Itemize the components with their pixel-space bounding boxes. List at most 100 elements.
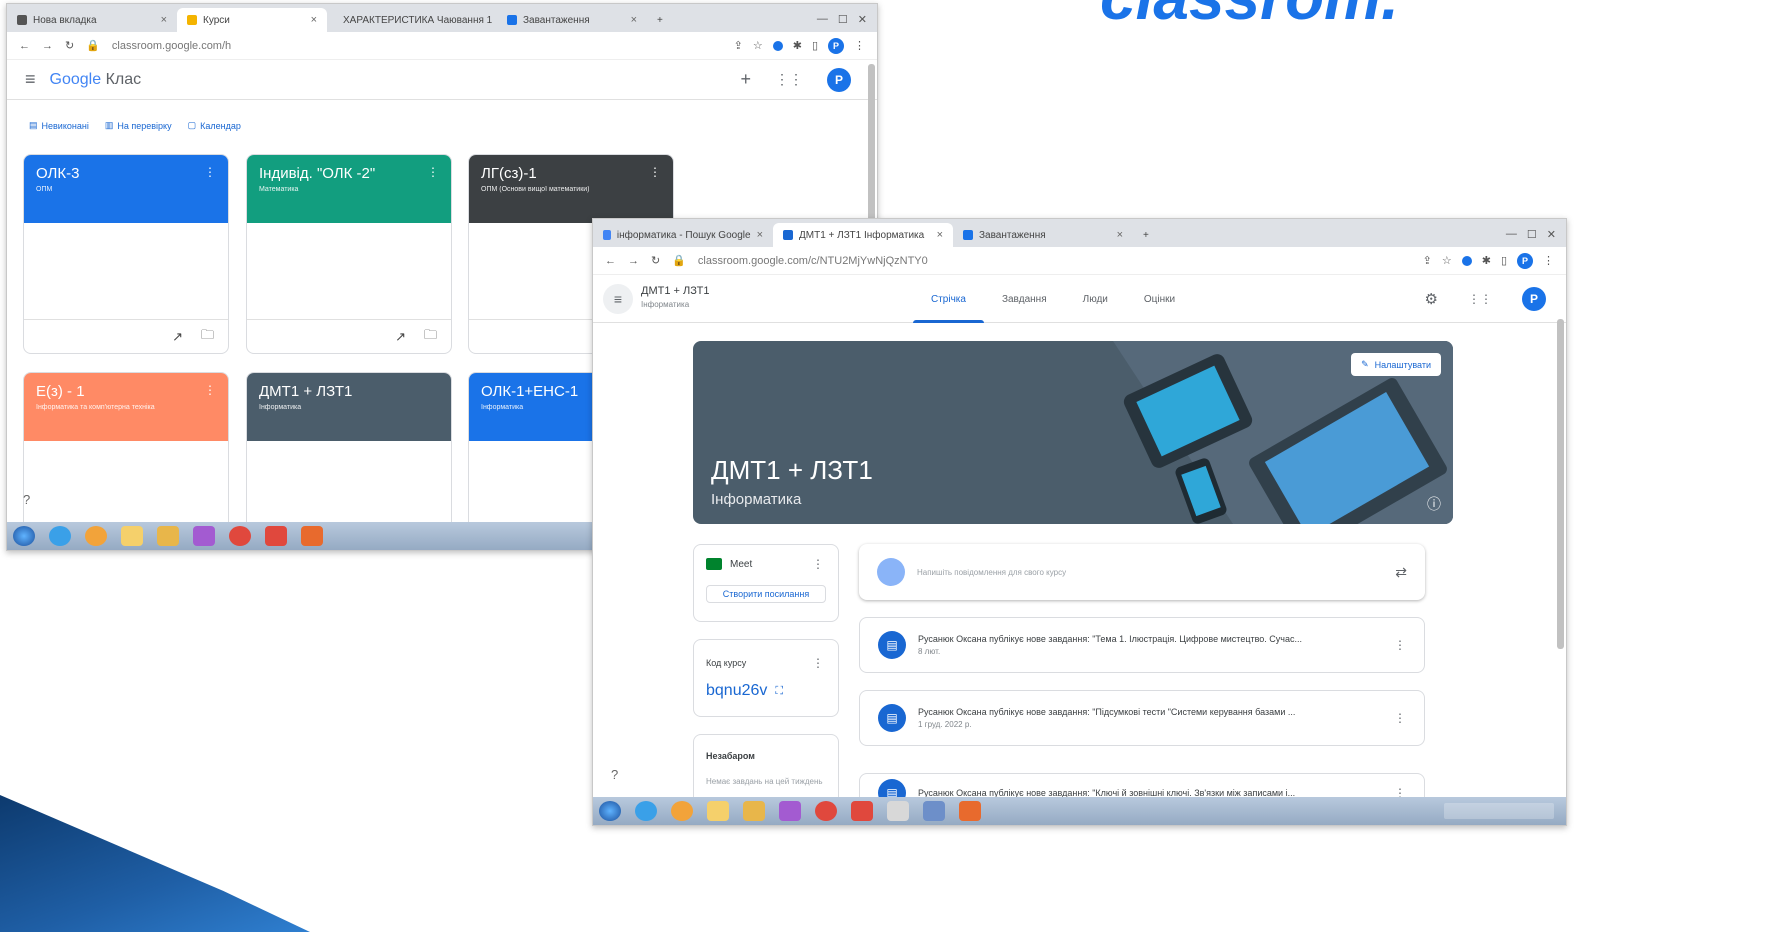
puzzle-icon[interactable]: ✱ [1482,254,1491,267]
classroom-logo[interactable]: Google Клас [50,71,142,89]
subnav-calendar[interactable]: ▢ Календар [188,120,241,131]
puzzle-icon[interactable]: ✱ [793,39,802,52]
viber-icon[interactable] [779,801,801,821]
browser-tab[interactable]: Завантаження × [497,8,647,32]
close-icon[interactable]: × [937,229,943,241]
more-options-icon[interactable]: ⋮ [427,165,439,179]
tab-grades[interactable]: Оцінки [1126,275,1193,323]
close-icon[interactable]: × [757,229,763,241]
system-tray[interactable] [1444,803,1554,819]
add-class-icon[interactable]: + [740,69,751,90]
back-icon[interactable]: ← [605,255,616,267]
browser-tab[interactable]: Завантаження × [953,223,1133,247]
profile-avatar[interactable]: P [828,37,844,54]
chrome-profile-icon[interactable] [265,526,287,546]
tab-classwork[interactable]: Завдання [984,275,1065,323]
star-icon[interactable]: ☆ [1442,254,1452,267]
explorer-icon[interactable] [743,801,765,821]
sidepanel-icon[interactable]: ▯ [812,39,818,52]
document-icon[interactable] [923,801,945,821]
extension-icon[interactable] [772,40,783,51]
subnav-todo[interactable]: ▤ Невиконані [29,120,89,131]
course-code-value[interactable]: bqnu26v [706,682,767,700]
star-icon[interactable]: ☆ [753,39,763,52]
more-options-icon[interactable]: ⋮ [812,656,824,670]
folder-icon[interactable] [707,801,729,821]
chrome-icon[interactable] [815,801,837,821]
more-icon[interactable]: ⋮ [854,39,865,52]
more-options-icon[interactable]: ⋮ [204,383,216,397]
fullscreen-icon[interactable]: ⛶ [775,685,783,698]
hamburger-menu-icon[interactable]: ≡ [603,284,633,314]
more-options-icon[interactable]: ⋮ [812,557,824,571]
powerpoint-icon[interactable] [301,526,323,546]
close-window-icon[interactable]: ✕ [1547,228,1556,241]
hamburger-menu-icon[interactable]: ≡ [25,69,36,90]
stream-post[interactable]: ▤ Русанюк Оксана публікує нове завдання:… [859,617,1425,673]
maximize-icon[interactable]: ☐ [838,13,848,26]
subnav-review[interactable]: ▥ На перевірку [105,120,172,131]
folder-icon[interactable]: 🗀 [424,326,437,348]
tab-people[interactable]: Люди [1065,275,1126,323]
browser-tab-active[interactable]: ДМТ1 + ЛЗТ1 Інформатика × [773,223,953,247]
minimize-icon[interactable]: — [817,13,828,26]
chrome-icon[interactable] [229,526,251,546]
minimize-icon[interactable]: — [1506,228,1517,241]
chrome-profile-icon[interactable] [851,801,873,821]
url-field[interactable]: classroom.google.com/h [112,40,722,52]
browser-tab[interactable]: інформатика - Пошук Google × [593,223,773,247]
class-card-title[interactable]: Е(з) - 1 [36,383,216,400]
info-icon[interactable]: ⓘ [1427,494,1441,514]
extension-icon[interactable] [1461,255,1472,266]
more-options-icon[interactable]: ⋮ [1394,711,1406,725]
profile-avatar[interactable]: P [1517,252,1533,269]
announcement-composer[interactable]: Напишіть повідомлення для свого курсу ⇄ [859,544,1425,600]
close-icon[interactable]: × [1117,229,1123,241]
scrollbar[interactable] [1557,319,1564,649]
repost-icon[interactable]: ⇄ [1395,564,1407,581]
new-tab-button[interactable]: + [647,8,673,32]
class-card-title[interactable]: Індивід. "ОЛК -2" [259,165,439,182]
class-card-title[interactable]: ОЛК-3 [36,165,216,182]
more-icon[interactable]: ⋮ [1543,254,1554,267]
stream-post[interactable]: ▤ Русанюк Оксана публікує нове завдання:… [859,690,1425,746]
trend-icon[interactable]: ↗ [172,329,183,345]
help-icon[interactable]: ? [23,492,30,507]
browser-tab[interactable]: Нова вкладка × [7,8,177,32]
apps-grid-icon[interactable]: ⋮⋮ [1468,292,1492,306]
viber-icon[interactable] [193,526,215,546]
browser-icon[interactable] [635,801,657,821]
reload-icon[interactable]: ↻ [651,254,660,267]
profile-avatar[interactable]: P [827,67,851,92]
more-options-icon[interactable]: ⋮ [204,165,216,179]
folder-icon[interactable]: 🗀 [201,326,214,348]
settings-gear-icon[interactable]: ⚙ [1425,290,1438,308]
close-window-icon[interactable]: ✕ [858,13,867,26]
class-card[interactable]: Індивід. "ОЛК -2" Математика ⋮ ↗ 🗀 [246,154,452,354]
paint-icon[interactable] [887,801,909,821]
explorer-icon[interactable] [157,526,179,546]
browser-tab-active[interactable]: Курси × [177,8,327,32]
close-icon[interactable]: × [631,14,637,26]
customize-button[interactable]: ✎ Налаштувати [1351,353,1441,376]
media-player-icon[interactable] [671,801,693,821]
profile-avatar[interactable]: P [1522,287,1546,311]
start-button-icon[interactable] [599,801,621,821]
share-icon[interactable]: ⇪ [734,39,743,52]
media-player-icon[interactable] [85,526,107,546]
more-options-icon[interactable]: ⋮ [1394,638,1406,652]
class-card-title[interactable]: ЛГ(сз)-1 [481,165,661,182]
more-options-icon[interactable]: ⋮ [649,165,661,179]
folder-icon[interactable] [121,526,143,546]
apps-grid-icon[interactable]: ⋮⋮ [775,71,803,88]
help-icon[interactable]: ? [611,767,618,782]
new-tab-button[interactable]: + [1133,223,1159,247]
reload-icon[interactable]: ↻ [65,39,74,52]
create-link-button[interactable]: Створити посилання [706,585,826,603]
close-icon[interactable]: × [161,14,167,26]
class-card-title[interactable]: ДМТ1 + ЛЗТ1 [259,383,439,400]
tab-stream[interactable]: Стрічка [913,275,984,323]
trend-icon[interactable]: ↗ [395,329,406,345]
powerpoint-icon[interactable] [959,801,981,821]
back-icon[interactable]: ← [19,40,30,52]
